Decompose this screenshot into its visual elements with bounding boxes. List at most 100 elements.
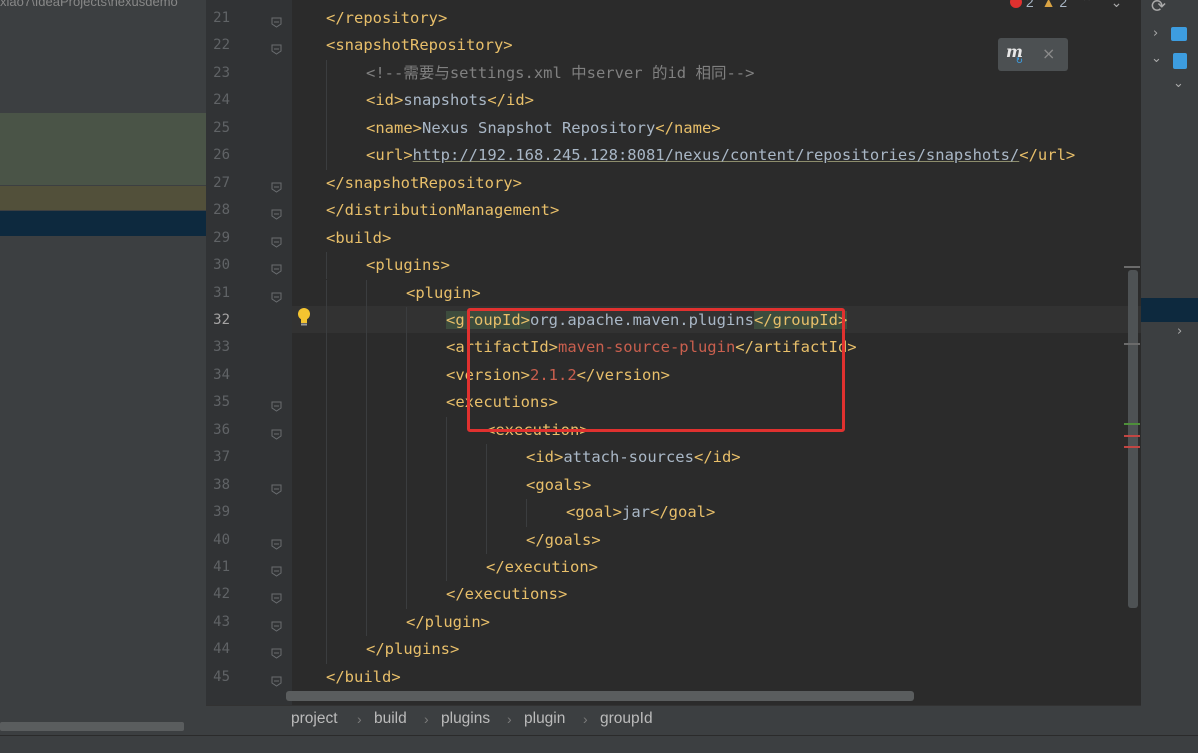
- breadcrumb-item-build[interactable]: build: [374, 710, 407, 728]
- code-token: </name>: [655, 118, 721, 137]
- error-count: 2: [1025, 0, 1034, 10]
- fold-marker-icon[interactable]: [271, 260, 282, 275]
- code-line[interactable]: <plugins>: [366, 252, 450, 279]
- tree-row-highlight[interactable]: [0, 113, 206, 185]
- code-token: <snapshotRepository>: [326, 36, 513, 55]
- code-token: </repository>: [326, 9, 448, 27]
- fold-marker-icon[interactable]: [271, 205, 282, 220]
- code-line[interactable]: </repository>: [326, 5, 447, 32]
- right-tree-selected-row[interactable]: [1141, 298, 1198, 322]
- scroll-mark: [1124, 343, 1140, 345]
- inspection-status[interactable]: 2 ▲ 2 ⌃ ⌄: [1010, 0, 1122, 11]
- fold-marker-icon[interactable]: [271, 40, 282, 56]
- code-line[interactable]: </execution>: [486, 554, 598, 581]
- code-token: http://192.168.245.128:8081/nexus/conten…: [412, 146, 1020, 165]
- maven-reload-popup[interactable]: m ↻ ×: [998, 38, 1068, 71]
- fold-marker-icon[interactable]: [271, 589, 282, 605]
- lightbulb-icon[interactable]: [296, 307, 312, 327]
- indent-guide: [366, 499, 367, 527]
- fold-marker-icon[interactable]: [271, 397, 282, 412]
- code-line[interactable]: <goals>: [526, 472, 591, 499]
- status-bar: [0, 735, 1198, 753]
- tree-row-selected[interactable]: [0, 211, 206, 236]
- annotation-red-box: [467, 308, 845, 432]
- project-hscrollbar[interactable]: [0, 722, 184, 731]
- fold-marker-icon[interactable]: [271, 672, 282, 687]
- fold-marker-icon[interactable]: [271, 480, 282, 495]
- code-line[interactable]: </build>: [326, 664, 401, 691]
- error-icon: [1010, 0, 1022, 8]
- code-line[interactable]: <id>snapshots</id>: [366, 87, 534, 114]
- indent-guide: [326, 87, 327, 115]
- code-token: <id>: [366, 91, 404, 110]
- code-line[interactable]: </plugin>: [406, 609, 490, 636]
- code-line[interactable]: </snapshotRepository>: [326, 170, 522, 197]
- chevron-right-icon[interactable]: ›: [1153, 26, 1158, 41]
- indent-guide: [366, 444, 367, 472]
- code-line[interactable]: <snapshotRepository>: [326, 32, 513, 59]
- breadcrumb-item-plugins[interactable]: plugins: [441, 710, 490, 728]
- breadcrumb-item-plugin[interactable]: plugin: [524, 710, 565, 728]
- fold-marker-icon[interactable]: [271, 617, 282, 632]
- code-line[interactable]: </plugins>: [366, 636, 459, 663]
- line-number: 43: [213, 613, 230, 630]
- fold-marker-icon[interactable]: [271, 13, 282, 28]
- tree-row-modified[interactable]: [0, 186, 206, 210]
- line-number: 39: [213, 504, 230, 521]
- code-line[interactable]: </goals>: [526, 527, 601, 554]
- code-token: </executions>: [446, 585, 568, 604]
- line-number: 31: [213, 284, 230, 301]
- indent-guide: [366, 526, 367, 554]
- indent-guide: [406, 499, 407, 527]
- indent-guide: [326, 142, 327, 170]
- breadcrumb-item-groupid[interactable]: groupId: [600, 710, 653, 728]
- fold-marker-icon[interactable]: [271, 562, 282, 577]
- code-line[interactable]: </distributionManagement>: [326, 197, 559, 224]
- code-line[interactable]: <name>Nexus Snapshot Repository</name>: [366, 115, 721, 142]
- chevron-right-icon[interactable]: ›: [1177, 324, 1182, 339]
- code-line[interactable]: </executions>: [446, 581, 567, 608]
- code-line[interactable]: <goal>jar</goal>: [566, 499, 715, 526]
- code-token: <goals>: [526, 475, 592, 494]
- line-number: 28: [213, 202, 230, 219]
- close-icon[interactable]: ×: [1042, 44, 1055, 63]
- indent-guide: [406, 526, 407, 554]
- indent-guide: [366, 306, 367, 335]
- editor-hscrollbar[interactable]: [286, 691, 914, 701]
- checklist-icon: [1171, 27, 1187, 41]
- line-number: 40: [213, 531, 230, 548]
- module-icon: [1173, 53, 1187, 69]
- chevron-down-icon[interactable]: ⌄: [1151, 51, 1162, 66]
- indent-guide: [406, 389, 407, 417]
- chevron-down-icon[interactable]: ⌄: [1111, 0, 1123, 10]
- indent-guide: [326, 471, 327, 500]
- indent-guide: [406, 416, 407, 445]
- code-line[interactable]: <plugin>: [406, 280, 481, 307]
- fold-marker-icon[interactable]: [271, 233, 282, 248]
- indent-guide: [446, 471, 447, 500]
- indent-guide: [486, 471, 487, 500]
- indent-guide: [326, 389, 327, 417]
- chevron-down-icon[interactable]: ⌄: [1173, 76, 1184, 91]
- chevron-up-icon[interactable]: ⌃: [1081, 0, 1093, 10]
- indent-guide: [326, 581, 327, 609]
- refresh-icon[interactable]: ⟳: [1151, 0, 1166, 17]
- project-path: xiao7\IdeaProjects\nexusdemo: [0, 0, 178, 9]
- fold-marker-icon[interactable]: [271, 535, 282, 550]
- code-line[interactable]: <url>http://192.168.245.128:8081/nexus/c…: [366, 142, 1075, 169]
- indent-guide: [366, 361, 367, 390]
- fold-marker-icon[interactable]: [271, 288, 282, 303]
- fold-marker-icon[interactable]: [271, 178, 282, 193]
- code-line[interactable]: <build>: [326, 225, 391, 252]
- indent-guide: [486, 499, 487, 527]
- breadcrumb-item-project[interactable]: project: [291, 710, 338, 728]
- right-tool-window: ⟳ › ⌄ ⌄ ›: [1141, 0, 1198, 752]
- code-line[interactable]: <id>attach-sources</id>: [526, 444, 741, 471]
- chevron-right-icon: ›: [424, 711, 429, 727]
- code-token: attach-sources: [563, 448, 694, 467]
- code-line[interactable]: <!--需要与settings.xml 中server 的id 相同-->: [366, 60, 754, 87]
- fold-marker-icon[interactable]: [271, 425, 282, 440]
- line-number: 38: [213, 476, 230, 493]
- editor-vscrollbar[interactable]: [1128, 270, 1138, 608]
- fold-marker-icon[interactable]: [271, 644, 282, 659]
